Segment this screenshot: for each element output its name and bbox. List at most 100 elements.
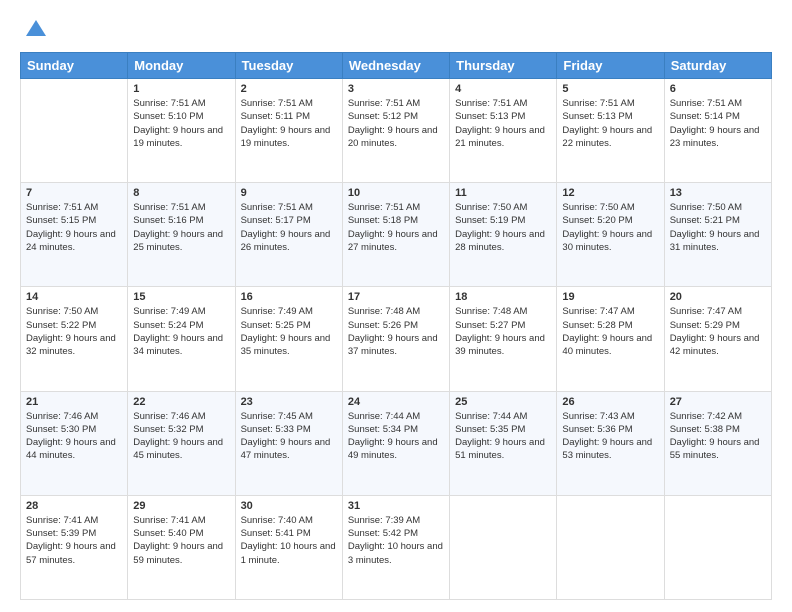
calendar-week-row: 28 Sunrise: 7:41 AM Sunset: 5:39 PM Dayligh… bbox=[21, 495, 772, 599]
calendar-week-row: 7 Sunrise: 7:51 AM Sunset: 5:15 PM Daylight… bbox=[21, 183, 772, 287]
daylight-text: Daylight: 9 hours and 19 minutes. bbox=[133, 125, 223, 149]
sunset-text: Sunset: 5:16 PM bbox=[133, 215, 203, 226]
calendar-cell: 31Sunrise: 7:39 AMSunset: 5:42 PMDayligh… bbox=[342, 495, 449, 599]
daylight-text: Daylight: 10 hours and 3 minutes. bbox=[348, 541, 443, 565]
calendar-cell: 25Sunrise: 7:44 AMSunset: 5:35 PMDayligh… bbox=[450, 391, 557, 495]
day-number: 13 bbox=[670, 187, 766, 199]
sunset-text: Sunset: 5:41 PM bbox=[241, 528, 311, 539]
sunrise-text: Sunrise: 7:51 AM bbox=[26, 202, 98, 213]
calendar-cell: 3Sunrise: 7:51 AMSunset: 5:12 PMDaylight… bbox=[342, 79, 449, 183]
sunrise-text: Sunrise: 7:46 AM bbox=[26, 411, 98, 422]
daylight-text: Daylight: 9 hours and 31 minutes. bbox=[670, 229, 760, 253]
weekday-header-cell: Wednesday bbox=[342, 53, 449, 79]
cell-content: Sunrise: 7:51 AMSunset: 5:13 PMDaylight:… bbox=[562, 97, 658, 150]
sunrise-text: Sunrise: 7:44 AM bbox=[348, 411, 420, 422]
cell-content: Sunrise: 7:43 AMSunset: 5:36 PMDaylight:… bbox=[562, 410, 658, 463]
daylight-text: Daylight: 9 hours and 35 minutes. bbox=[241, 333, 331, 357]
sunrise-text: Sunrise: 7:47 AM bbox=[670, 306, 742, 317]
sunset-text: Sunset: 5:22 PM bbox=[26, 320, 96, 331]
calendar-cell: 29Sunrise: 7:41 AMSunset: 5:40 PMDayligh… bbox=[128, 495, 235, 599]
daylight-text: Daylight: 9 hours and 19 minutes. bbox=[241, 125, 331, 149]
logo-area bbox=[20, 16, 50, 44]
sunrise-text: Sunrise: 7:41 AM bbox=[133, 515, 205, 526]
cell-content: Sunrise: 7:50 AM Sunset: 5:21 PM Daylight:… bbox=[670, 201, 766, 254]
day-number: 21 bbox=[26, 396, 122, 408]
sunrise-text: Sunrise: 7:50 AM bbox=[455, 202, 527, 213]
day-number: 1 bbox=[133, 83, 229, 95]
sunrise-text: Sunrise: 7:45 AM bbox=[241, 411, 313, 422]
sunrise-text: Sunrise: 7:50 AM bbox=[670, 202, 742, 213]
logo-icon bbox=[22, 16, 50, 44]
day-number: 7 bbox=[26, 187, 122, 199]
calendar-cell bbox=[664, 495, 771, 599]
cell-content: Sunrise: 7:41 AMSunset: 5:40 PMDaylight:… bbox=[133, 514, 229, 567]
weekday-header-cell: Monday bbox=[128, 53, 235, 79]
cell-content: Sunrise: 7:51 AMSunset: 5:18 PMDaylight:… bbox=[348, 201, 444, 254]
daylight-text: Daylight: 9 hours and 32 minutes. bbox=[26, 333, 116, 357]
sunrise-text: Sunrise: 7:51 AM bbox=[455, 98, 527, 109]
sunset-text: Sunset: 5:19 PM bbox=[455, 215, 525, 226]
calendar-cell: 11Sunrise: 7:50 AMSunset: 5:19 PMDayligh… bbox=[450, 183, 557, 287]
daylight-text: Daylight: 9 hours and 42 minutes. bbox=[670, 333, 760, 357]
sunset-text: Sunset: 5:33 PM bbox=[241, 424, 311, 435]
cell-content: Sunrise: 7:39 AMSunset: 5:42 PMDaylight:… bbox=[348, 514, 444, 567]
sunset-text: Sunset: 5:32 PM bbox=[133, 424, 203, 435]
sunset-text: Sunset: 5:24 PM bbox=[133, 320, 203, 331]
day-number: 26 bbox=[562, 396, 658, 408]
sunrise-text: Sunrise: 7:42 AM bbox=[670, 411, 742, 422]
cell-content: Sunrise: 7:47 AMSunset: 5:28 PMDaylight:… bbox=[562, 305, 658, 358]
cell-content: Sunrise: 7:51 AMSunset: 5:12 PMDaylight:… bbox=[348, 97, 444, 150]
cell-content: Sunrise: 7:48 AMSunset: 5:27 PMDaylight:… bbox=[455, 305, 551, 358]
calendar-cell: 14Sunrise: 7:50 AMSunset: 5:22 PMDayligh… bbox=[21, 287, 128, 391]
calendar-cell: 4Sunrise: 7:51 AMSunset: 5:13 PMDaylight… bbox=[450, 79, 557, 183]
cell-content: Sunrise: 7:49 AMSunset: 5:25 PMDaylight:… bbox=[241, 305, 337, 358]
calendar-cell: 16 Sunrise: 7:49 AMSunset: 5:25 PMDayligh… bbox=[235, 287, 342, 391]
calendar-cell: 15Sunrise: 7:49 AMSunset: 5:24 PMDayligh… bbox=[128, 287, 235, 391]
calendar-cell: 7 Sunrise: 7:51 AM Sunset: 5:15 PM Daylight… bbox=[21, 183, 128, 287]
sunset-text: Sunset: 5:38 PM bbox=[670, 424, 740, 435]
day-number: 20 bbox=[670, 291, 766, 303]
daylight-text: Daylight: 9 hours and 24 minutes. bbox=[26, 229, 116, 253]
sunrise-text: Sunrise: 7:43 AM bbox=[562, 411, 634, 422]
sunset-text: Sunset: 5:40 PM bbox=[133, 528, 203, 539]
day-number: 16 bbox=[241, 291, 337, 303]
sunrise-text: Sunrise: 7:48 AM bbox=[348, 306, 420, 317]
cell-content: Sunrise: 7:41 AMSunset: 5:39 PMDaylight:… bbox=[26, 514, 122, 567]
calendar-cell bbox=[450, 495, 557, 599]
weekday-header-cell: Sunday bbox=[21, 53, 128, 79]
sunset-text: Sunset: 5:15 PM bbox=[26, 215, 96, 226]
daylight-text: Daylight: 9 hours and 45 minutes. bbox=[133, 437, 223, 461]
cell-content: Sunrise: 7:51 AMSunset: 5:11 PMDaylight:… bbox=[241, 97, 337, 150]
sunrise-text: Sunrise: 7:47 AM bbox=[562, 306, 634, 317]
cell-content: Sunrise: 7:51 AMSunset: 5:10 PMDaylight:… bbox=[133, 97, 229, 150]
sunset-text: Sunset: 5:39 PM bbox=[26, 528, 96, 539]
calendar-cell: 10Sunrise: 7:51 AMSunset: 5:18 PMDayligh… bbox=[342, 183, 449, 287]
sunrise-text: Sunrise: 7:51 AM bbox=[241, 202, 313, 213]
cell-content: Sunrise: 7:51 AMSunset: 5:14 PMDaylight:… bbox=[670, 97, 766, 150]
calendar-week-row: 1Sunrise: 7:51 AMSunset: 5:10 PMDaylight… bbox=[21, 79, 772, 183]
calendar-week-row: 14Sunrise: 7:50 AMSunset: 5:22 PMDayligh… bbox=[21, 287, 772, 391]
sunset-text: Sunset: 5:36 PM bbox=[562, 424, 632, 435]
daylight-text: Daylight: 9 hours and 39 minutes. bbox=[455, 333, 545, 357]
sunset-text: Sunset: 5:42 PM bbox=[348, 528, 418, 539]
sunset-text: Sunset: 5:10 PM bbox=[133, 111, 203, 122]
sunset-text: Sunset: 5:21 PM bbox=[670, 215, 740, 226]
calendar-cell: 9 Sunrise: 7:51 AMSunset: 5:17 PMDaylight… bbox=[235, 183, 342, 287]
day-number: 17 bbox=[348, 291, 444, 303]
weekday-header-cell: Tuesday bbox=[235, 53, 342, 79]
cell-content: Sunrise: 7:51 AMSunset: 5:17 PMDaylight:… bbox=[241, 201, 337, 254]
sunset-text: Sunset: 5:28 PM bbox=[562, 320, 632, 331]
calendar-cell: 5Sunrise: 7:51 AMSunset: 5:13 PMDaylight… bbox=[557, 79, 664, 183]
calendar-cell: 13 Sunrise: 7:50 AM Sunset: 5:21 PM Dayligh… bbox=[664, 183, 771, 287]
sunrise-text: Sunrise: 7:41 AM bbox=[26, 515, 98, 526]
sunrise-text: Sunrise: 7:51 AM bbox=[133, 202, 205, 213]
day-number: 28 bbox=[26, 500, 122, 512]
daylight-text: Daylight: 9 hours and 27 minutes. bbox=[348, 229, 438, 253]
day-number: 9 bbox=[241, 187, 337, 199]
calendar-cell: 22Sunrise: 7:46 AMSunset: 5:32 PMDayligh… bbox=[128, 391, 235, 495]
cell-content: Sunrise: 7:47 AMSunset: 5:29 PMDaylight:… bbox=[670, 305, 766, 358]
calendar-table: SundayMondayTuesdayWednesdayThursdayFrid… bbox=[20, 52, 772, 600]
sunrise-text: Sunrise: 7:46 AM bbox=[133, 411, 205, 422]
cell-content: Sunrise: 7:51 AM Sunset: 5:15 PM Daylight:… bbox=[26, 201, 122, 254]
daylight-text: Daylight: 9 hours and 22 minutes. bbox=[562, 125, 652, 149]
